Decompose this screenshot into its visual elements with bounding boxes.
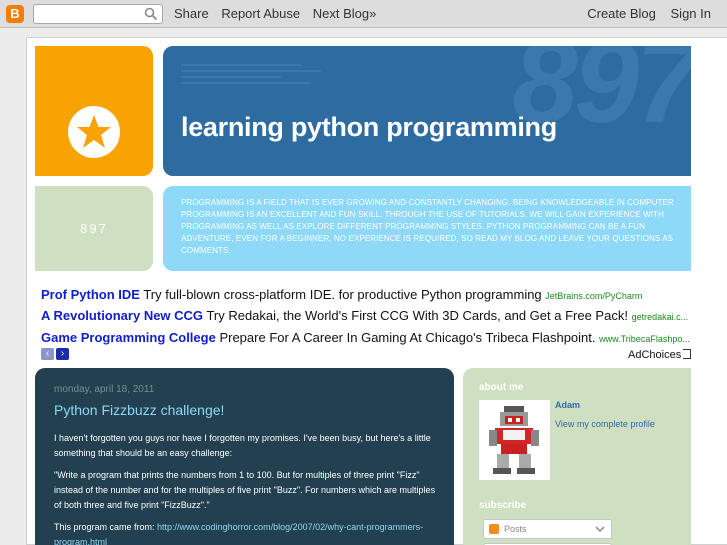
blog-post: monday, april 18, 2011 Python Fizzbuzz c… bbox=[35, 368, 454, 545]
ad-url-link[interactable]: www.TribecaFlashpo... bbox=[599, 334, 690, 344]
ad-text: Try full-blown cross-platform IDE. for p… bbox=[143, 287, 542, 302]
search-box[interactable] bbox=[33, 4, 163, 24]
sidebar: about me Adam View my complete profile s… bbox=[463, 368, 691, 545]
feed-icon bbox=[489, 524, 499, 534]
post-body: I haven't forgotten you guys nor have I … bbox=[54, 431, 439, 545]
adchoices-label: AdChoices bbox=[628, 349, 682, 361]
ad-text: Prepare For A Career In Gaming At Chicag… bbox=[219, 330, 596, 345]
search-icon[interactable] bbox=[144, 7, 158, 21]
ad-title-link[interactable]: Prof Python IDE bbox=[41, 287, 140, 302]
header-logo-box bbox=[35, 46, 153, 176]
blogger-logo-icon[interactable]: B bbox=[6, 5, 24, 23]
ad-item: A Revolutionary New CCG Try Redakai, the… bbox=[41, 308, 688, 323]
navbar: B Share Report Abuse Next Blog» Create B… bbox=[0, 0, 727, 28]
ad-next-button[interactable]: › bbox=[56, 348, 69, 360]
ad-title-link[interactable]: A Revolutionary New CCG bbox=[41, 308, 203, 323]
star-logo bbox=[68, 106, 120, 158]
header-side-box: 897 bbox=[35, 186, 153, 271]
chevron-down-icon bbox=[595, 526, 605, 533]
post-paragraph: This program came from: http://www.codin… bbox=[54, 520, 439, 545]
sign-in-link[interactable]: Sign In bbox=[671, 6, 711, 21]
post-paragraph: "Write a program that prints the numbers… bbox=[54, 470, 436, 510]
ad-title-link[interactable]: Game Programming College bbox=[41, 330, 216, 345]
ad-text: Try Redakai, the World's First CCG With … bbox=[206, 308, 628, 323]
search-input[interactable] bbox=[38, 5, 146, 23]
ad-item: Game Programming College Prepare For A C… bbox=[41, 330, 690, 345]
profile-name-link[interactable]: Adam bbox=[555, 400, 580, 410]
star-icon bbox=[77, 115, 111, 148]
ad-url-link[interactable]: getredakai.c... bbox=[632, 312, 689, 322]
view-profile-link[interactable]: View my complete profile bbox=[555, 419, 655, 429]
blog-title[interactable]: learning python programming bbox=[181, 112, 557, 143]
subscribe-heading: subscribe bbox=[479, 500, 527, 511]
adchoices-icon bbox=[683, 349, 692, 359]
header-decoration bbox=[181, 64, 321, 88]
avatar[interactable] bbox=[479, 400, 550, 480]
post-title[interactable]: Python Fizzbuzz challenge! bbox=[54, 402, 224, 418]
ad-item: Prof Python IDE Try full-blown cross-pla… bbox=[41, 287, 642, 302]
ad-url-link[interactable]: JetBrains.com/PyCharm bbox=[545, 291, 642, 301]
nav-account-links: Create Blog Sign In bbox=[576, 6, 711, 21]
subscribe-option-label: Posts bbox=[504, 524, 527, 534]
share-link[interactable]: Share bbox=[174, 6, 209, 21]
post-paragraph: I haven't forgotten you guys nor have I … bbox=[54, 433, 431, 458]
nav-links: Share Report Abuse Next Blog» bbox=[174, 6, 385, 21]
post-date: monday, april 18, 2011 bbox=[54, 384, 155, 395]
robot-avatar-icon bbox=[489, 406, 539, 474]
next-blog-link[interactable]: Next Blog» bbox=[313, 6, 377, 21]
adchoices-link[interactable]: AdChoices bbox=[628, 349, 692, 361]
ad-prev-button[interactable]: ‹ bbox=[41, 348, 54, 360]
about-heading: about me bbox=[479, 382, 524, 393]
create-blog-link[interactable]: Create Blog bbox=[587, 6, 656, 21]
subscribe-posts-dropdown[interactable]: Posts bbox=[483, 519, 612, 539]
blog-description-bar: Programming is a field that is ever grow… bbox=[163, 186, 691, 271]
header-title-bar: 897 learning python programming bbox=[163, 46, 691, 176]
report-abuse-link[interactable]: Report Abuse bbox=[221, 6, 300, 21]
blog-description: Programming is a field that is ever grow… bbox=[181, 198, 674, 255]
post-source-label: This program came from: bbox=[54, 522, 158, 532]
side-number: 897 bbox=[80, 221, 108, 236]
